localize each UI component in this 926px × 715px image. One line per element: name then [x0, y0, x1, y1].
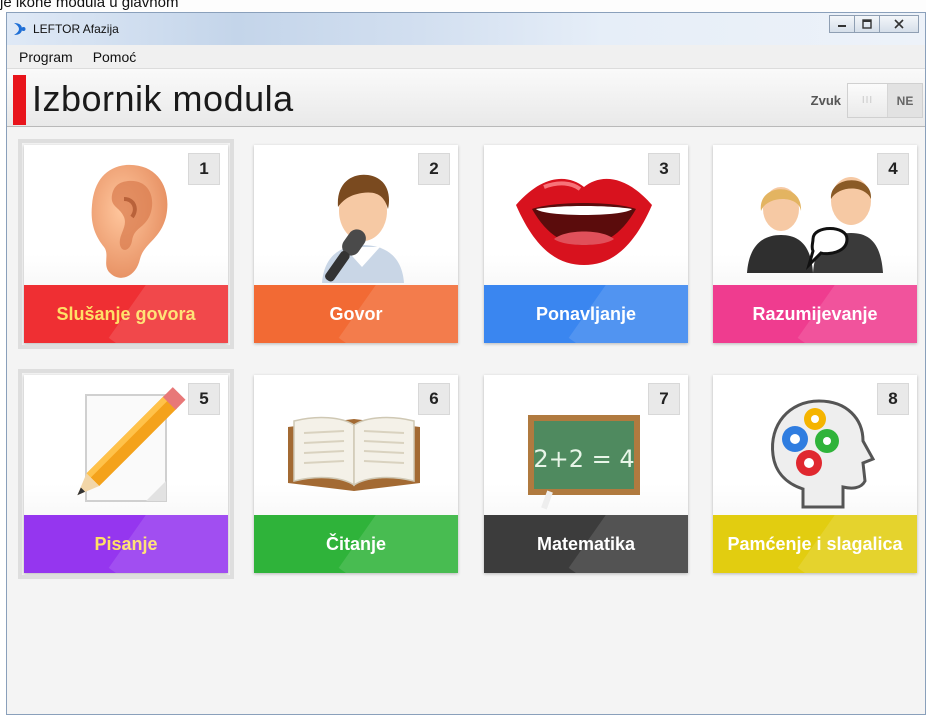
background-text-strip: je ikone modula u glavnom: [0, 0, 926, 12]
module-tile-matematika[interactable]: 2+2 = 4 7 Matematika: [484, 375, 688, 573]
module-header: Izbornik modula Zvuk III NE: [7, 69, 925, 127]
module-number: 8: [877, 383, 909, 415]
app-logo-icon: [14, 23, 26, 35]
module-tile-ponavljanje[interactable]: 3 Ponavljanje: [484, 145, 688, 343]
sound-toggle[interactable]: III NE: [847, 83, 923, 118]
module-grid: 1 Slušanje govora 2 Govor 3 Ponavljanje …: [7, 127, 925, 714]
module-label: Ponavljanje: [484, 285, 688, 343]
sound-label: Zvuk: [810, 93, 841, 108]
window-title: LEFTOR Afazija: [33, 22, 119, 36]
sound-state[interactable]: NE: [888, 84, 922, 117]
menu-bar: Program Pomoć: [7, 45, 925, 69]
module-label: Čitanje: [254, 515, 458, 573]
minimize-button[interactable]: [829, 15, 855, 33]
module-tile-slusanje-govora[interactable]: 1 Slušanje govora: [18, 139, 234, 349]
module-tile-pamcenje-i-slagalica[interactable]: 8 Pamćenje i slagalica: [713, 375, 917, 573]
header-accent-bar: [13, 75, 26, 125]
module-tile-citanje[interactable]: 6 Čitanje: [254, 375, 458, 573]
pencil-paper-icon: [77, 387, 186, 502]
module-label: Pamćenje i slagalica: [713, 515, 917, 573]
lips-icon: [516, 178, 652, 265]
ear-icon: [91, 164, 168, 278]
title-bar[interactable]: LEFTOR Afazija: [7, 13, 925, 45]
module-label: Razumijevanje: [713, 285, 917, 343]
module-number: 7: [648, 383, 680, 415]
module-number: 5: [188, 383, 220, 415]
maximize-icon: [862, 19, 872, 29]
module-number: 1: [188, 153, 220, 185]
module-tile-govor[interactable]: 2 Govor: [254, 145, 458, 343]
app-window: LEFTOR Afazija Program Pomoć Izbornik mo…: [6, 12, 926, 715]
chalkboard-text: 2+2 = 4: [533, 445, 634, 473]
brain-gears-icon: [771, 399, 876, 509]
module-number: 2: [418, 153, 450, 185]
menu-program[interactable]: Program: [19, 49, 73, 65]
module-number: 3: [648, 153, 680, 185]
close-icon: [894, 19, 904, 29]
page-title: Izbornik modula: [32, 78, 294, 119]
module-number: 6: [418, 383, 450, 415]
module-label: Matematika: [484, 515, 688, 573]
maximize-button[interactable]: [854, 15, 880, 33]
minimize-icon: [838, 25, 846, 27]
module-label: Govor: [254, 285, 458, 343]
conversation-people-icon: [747, 177, 883, 273]
background-text: je ikone modula u glavnom: [0, 0, 179, 11]
window-controls: [829, 15, 919, 33]
module-label: Pisanje: [24, 515, 228, 573]
module-number: 4: [877, 153, 909, 185]
toggle-grip-icon[interactable]: III: [848, 84, 888, 117]
menu-pomoc[interactable]: Pomoć: [93, 49, 137, 65]
module-tile-pisanje[interactable]: 5 Pisanje: [18, 369, 234, 579]
chalkboard-icon: 2+2 = 4: [528, 415, 640, 510]
speaker-microphone-icon: [322, 174, 404, 283]
open-book-icon: [288, 416, 420, 491]
close-button[interactable]: [879, 15, 919, 33]
module-tile-razumijevanje[interactable]: 4 Razumijevanje: [713, 145, 917, 343]
module-label: Slušanje govora: [24, 285, 228, 343]
